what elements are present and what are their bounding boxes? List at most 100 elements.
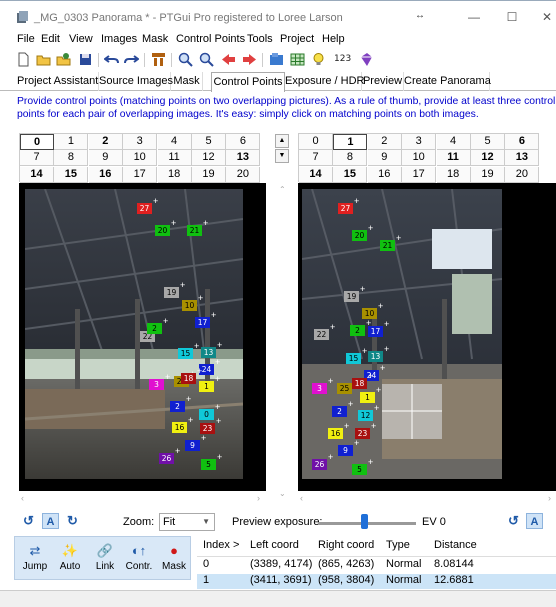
control-point-marker[interactable]: 3 <box>312 383 327 394</box>
control-point-marker[interactable]: 25 <box>337 383 352 394</box>
image-7-button[interactable]: 7 <box>299 150 333 167</box>
undo-icon[interactable] <box>104 52 119 67</box>
tab-mask[interactable]: Mask <box>171 72 203 91</box>
table-row[interactable]: 0 (3389, 4174) (865, 4263) Normal 8.0814… <box>197 558 556 573</box>
control-point-marker[interactable]: 1 <box>360 392 375 403</box>
control-point-marker[interactable]: 0 <box>199 409 214 420</box>
new-project-icon[interactable] <box>16 52 31 67</box>
image-6-button[interactable]: 6 <box>505 134 540 150</box>
menu-help[interactable]: Help <box>322 33 345 45</box>
control-point-marker[interactable]: 13 <box>368 351 383 362</box>
control-point-marker[interactable]: 26 <box>159 453 174 464</box>
image-3-button[interactable]: 3 <box>123 134 158 150</box>
left-image-viewer[interactable]: 27+20+21+19+10+17+22+2+15+13+24+3+25+1+1… <box>19 183 266 491</box>
image-12-button[interactable]: 12 <box>192 150 226 167</box>
tab-source-images[interactable]: Source Images <box>99 72 173 91</box>
column-header-type[interactable]: Type <box>386 539 410 551</box>
image-7-button[interactable]: 7 <box>20 150 54 167</box>
image-16-button[interactable]: 16 <box>367 166 402 183</box>
control-point-marker[interactable]: 9 <box>185 440 200 451</box>
control-point-marker[interactable]: 15 <box>346 353 361 364</box>
control-point-marker[interactable]: 18 <box>181 373 196 384</box>
tab-preview[interactable]: Preview <box>362 72 404 91</box>
image-6-button[interactable]: 6 <box>226 134 261 150</box>
image-2-button[interactable]: 2 <box>88 134 123 150</box>
image-1-button[interactable]: 1 <box>333 134 368 150</box>
swap-down-button[interactable]: ▼ <box>275 149 289 163</box>
control-point-marker[interactable]: 22 <box>314 329 329 340</box>
image-9-button[interactable]: 9 <box>367 150 402 167</box>
menu-mask[interactable]: Mask <box>142 33 168 45</box>
image-13-button[interactable]: 13 <box>505 150 540 167</box>
control-point-marker[interactable]: 27 <box>137 203 152 214</box>
control-point-marker[interactable]: 5 <box>352 464 367 475</box>
panorama-editor-icon[interactable] <box>269 52 284 67</box>
menu-project[interactable]: Project <box>280 33 314 45</box>
auto-button[interactable]: ✨ Auto <box>53 541 87 577</box>
rotate-left-icon[interactable]: ↺ <box>20 513 37 529</box>
image-18-button[interactable]: 18 <box>436 166 471 183</box>
image-13-button[interactable]: 13 <box>226 150 261 167</box>
save-icon[interactable] <box>78 52 93 67</box>
control-point-marker[interactable]: 9 <box>338 445 353 456</box>
right-horizontal-scrollbar[interactable]: ‹ › <box>298 493 556 503</box>
optimizer-icon[interactable] <box>359 52 374 67</box>
image-17-button[interactable]: 17 <box>402 166 437 183</box>
image-9-button[interactable]: 9 <box>88 150 123 167</box>
image-11-button[interactable]: 11 <box>157 150 192 167</box>
image-14-button[interactable]: 14 <box>20 166 54 183</box>
image-1-button[interactable]: 1 <box>54 134 89 150</box>
menu-view[interactable]: View <box>69 33 93 45</box>
right-image-viewer[interactable]: 27+20+21+19+10+17+22+2+15+13+24+3+25+1+1… <box>298 183 556 491</box>
image-20-button[interactable]: 20 <box>505 166 540 183</box>
contrast-button[interactable]: ◐↑ Contr. <box>120 541 158 577</box>
image-0-button[interactable]: 0 <box>299 134 333 150</box>
image-5-button[interactable]: 5 <box>192 134 226 150</box>
image-18-button[interactable]: 18 <box>157 166 192 183</box>
tab-project-assistant[interactable]: Project Assistant <box>17 72 99 91</box>
control-point-marker[interactable]: 10 <box>182 300 197 311</box>
menu-tools[interactable]: Tools <box>247 33 273 45</box>
column-header-distance[interactable]: Distance <box>434 539 477 551</box>
control-point-marker[interactable]: 13 <box>201 347 216 358</box>
numbering-icon[interactable]: 123 <box>334 54 351 64</box>
control-point-marker[interactable]: 15 <box>178 348 193 359</box>
image-10-button[interactable]: 10 <box>123 150 158 167</box>
control-point-marker[interactable]: 3 <box>149 379 164 390</box>
open-project-icon[interactable] <box>36 52 51 67</box>
image-4-button[interactable]: 4 <box>436 134 471 150</box>
control-point-marker[interactable]: 21 <box>380 240 395 251</box>
swap-up-button[interactable]: ▲ <box>275 134 289 148</box>
image-12-button[interactable]: 12 <box>471 150 505 167</box>
column-header-index[interactable]: Index > <box>203 539 239 551</box>
close-button[interactable]: ✕ <box>538 8 556 26</box>
zoom-out-icon[interactable] <box>199 52 214 67</box>
align-images-icon[interactable] <box>151 52 166 67</box>
mask-button[interactable]: ● Mask <box>157 541 191 577</box>
image-2-button[interactable]: 2 <box>367 134 402 150</box>
next-pair-icon[interactable] <box>242 52 257 67</box>
image-15-button[interactable]: 15 <box>333 166 368 183</box>
image-14-button[interactable]: 14 <box>299 166 333 183</box>
control-point-marker[interactable]: 16 <box>328 428 343 439</box>
control-point-marker[interactable]: 17 <box>195 317 210 328</box>
menu-file[interactable]: File <box>17 33 35 45</box>
load-images-icon[interactable] <box>56 52 71 67</box>
auto-align-toggle-icon[interactable]: A <box>42 513 59 529</box>
left-horizontal-scrollbar[interactable]: ‹ › <box>19 493 266 503</box>
column-header-left-coord[interactable]: Left coord <box>250 539 299 551</box>
minimize-button[interactable]: — <box>465 8 483 26</box>
image-11-button[interactable]: 11 <box>436 150 471 167</box>
auto-align-toggle-icon[interactable]: A <box>526 513 543 529</box>
lightbulb-icon[interactable] <box>311 52 326 67</box>
control-point-marker[interactable]: 27 <box>338 203 353 214</box>
control-point-marker[interactable]: 18 <box>352 378 367 389</box>
control-point-marker[interactable]: 19 <box>164 287 179 298</box>
image-8-button[interactable]: 8 <box>333 150 368 167</box>
column-header-right-coord[interactable]: Right coord <box>318 539 374 551</box>
tab-control-points[interactable]: Control Points <box>211 72 285 92</box>
image-4-button[interactable]: 4 <box>157 134 192 150</box>
menu-edit[interactable]: Edit <box>41 33 60 45</box>
previous-pair-icon[interactable] <box>221 52 236 67</box>
control-point-marker[interactable]: 16 <box>172 422 187 433</box>
